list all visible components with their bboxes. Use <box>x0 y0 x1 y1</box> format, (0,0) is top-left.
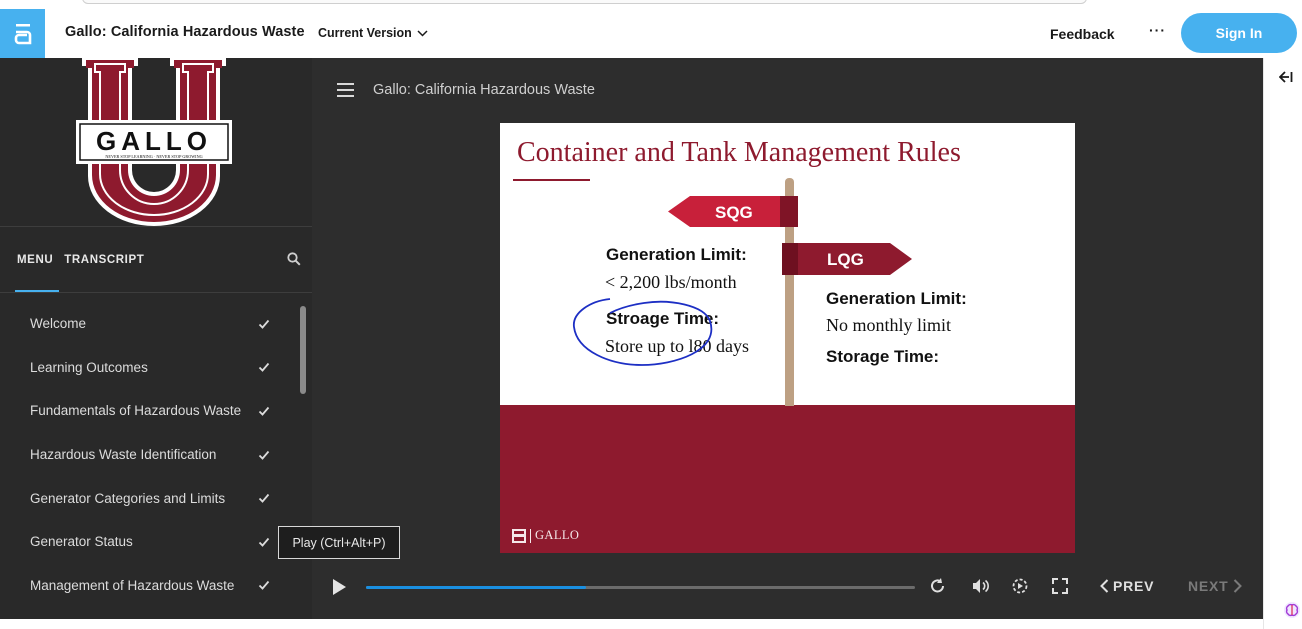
lqg-generation-value: No monthly limit <box>826 315 952 335</box>
version-label: Current Version <box>318 26 412 40</box>
logo-word: GALLO <box>96 126 212 156</box>
check-icon <box>258 319 270 329</box>
menu-item-welcome[interactable]: Welcome <box>0 302 300 346</box>
slide-brand-text: GALLO <box>535 528 580 542</box>
next-label: NEXT <box>1188 578 1229 594</box>
right-rail <box>1263 58 1302 629</box>
tab-transcript[interactable]: TRANSCRIPT <box>64 254 144 266</box>
menu-item-label: Management of Hazardous Waste <box>30 577 235 593</box>
fullscreen-icon[interactable] <box>1050 576 1070 596</box>
check-icon <box>258 363 270 373</box>
check-icon <box>258 581 270 591</box>
assistant-brain-icon[interactable] <box>1283 600 1301 620</box>
sqg-generation-value: < 2,200 lbs/month <box>605 272 737 292</box>
browser-address-bar[interactable] <box>82 0 1087 4</box>
search-icon[interactable] <box>287 252 301 271</box>
chevron-left-icon <box>1100 579 1109 593</box>
volume-icon[interactable] <box>970 576 990 596</box>
sidebar: GALLO NEVER STOP LEARNING · NEVER STOP G… <box>0 58 312 619</box>
app-logo-icon[interactable] <box>0 9 45 58</box>
menu-item-label: Hazardous Waste Identification <box>30 447 217 463</box>
tab-menu[interactable]: MENU <box>17 254 53 266</box>
lesson-title: Gallo: California Hazardous Waste <box>373 82 595 98</box>
player-main: Gallo: California Hazardous Waste Contai… <box>312 58 1263 619</box>
bottom-strip <box>0 619 1263 629</box>
menu-list: Welcome Learning Outcomes Fundamentals o… <box>0 302 300 607</box>
pen-annotation-circle <box>573 298 713 366</box>
sqg-generation-heading: Generation Limit: <box>606 245 747 264</box>
sign-in-button[interactable]: Sign In <box>1181 13 1297 53</box>
top-bar: Gallo: California Hazardous Waste Curren… <box>0 0 1302 58</box>
sidebar-divider <box>0 226 312 227</box>
menu-item-management[interactable]: Management of Hazardous Waste <box>0 564 300 608</box>
gallo-u-logo: GALLO NEVER STOP LEARNING · NEVER STOP G… <box>76 58 232 226</box>
check-icon <box>258 494 270 503</box>
progress-bar[interactable] <box>366 586 915 589</box>
feedback-button[interactable]: Feedback <box>1050 26 1115 42</box>
brand-divider <box>530 528 531 543</box>
slide-footer-band <box>500 405 1075 553</box>
menu-item-label: Generator Categories and Limits <box>30 490 226 506</box>
prev-label: PREV <box>1113 578 1155 594</box>
menu-item-fundamentals[interactable]: Fundamentals of Hazardous Waste <box>0 389 300 433</box>
check-icon <box>258 450 270 460</box>
prev-button[interactable]: PREV <box>1100 578 1154 594</box>
menu-item-label: Welcome <box>30 316 87 332</box>
menu-item-generator-categories[interactable]: Generator Categories and Limits <box>0 476 300 520</box>
more-options-button[interactable]: ··· <box>1149 22 1166 38</box>
menu-item-generator-status[interactable]: Generator Status <box>0 520 300 564</box>
player-controls: PREV NEXT <box>312 568 1263 608</box>
play-icon[interactable] <box>330 578 348 596</box>
logo-tagline: NEVER STOP LEARNING · NEVER STOP GROWING <box>105 154 202 159</box>
progress-fill <box>366 586 586 589</box>
check-icon <box>258 406 270 416</box>
play-tooltip: Play (Ctrl+Alt+P) <box>278 526 400 559</box>
sidebar-tabs: MENU TRANSCRIPT <box>17 254 144 266</box>
lqg-generation-heading: Generation Limit: <box>826 289 967 308</box>
menu-item-identification[interactable]: Hazardous Waste Identification <box>0 433 300 477</box>
title-underline <box>513 179 590 181</box>
lqg-sign-label: LQG <box>827 250 864 269</box>
sqg-sign-label: SQG <box>715 203 753 222</box>
version-dropdown[interactable]: Current Version <box>318 26 428 40</box>
collapse-panel-icon[interactable] <box>1278 70 1293 86</box>
menu-item-label: Fundamentals of Hazardous Waste <box>30 403 242 419</box>
slide-title: Container and Tank Management Rules <box>517 137 961 168</box>
slide: Container and Tank Management Rules SQG … <box>500 123 1075 553</box>
lqg-storage-heading: Storage Time: <box>826 347 940 366</box>
menu-item-label: Generator Status <box>30 534 133 550</box>
gallo-mini-logo-icon <box>512 528 526 543</box>
menu-item-learning-outcomes[interactable]: Learning Outcomes <box>0 346 300 390</box>
slide-brand: GALLO <box>512 528 579 543</box>
playback-speed-icon[interactable] <box>1010 576 1030 596</box>
menu-item-label: Learning Outcomes <box>30 359 148 375</box>
hamburger-menu-icon[interactable] <box>337 83 354 97</box>
chevron-down-icon <box>417 29 428 37</box>
course-title: Gallo: California Hazardous Waste <box>65 24 305 40</box>
replay-icon[interactable] <box>928 576 948 596</box>
tabs-divider <box>0 292 312 293</box>
sidebar-scrollbar[interactable] <box>300 306 306 394</box>
check-icon <box>258 537 270 547</box>
chevron-right-icon <box>1233 579 1242 593</box>
next-button[interactable]: NEXT <box>1188 578 1242 594</box>
